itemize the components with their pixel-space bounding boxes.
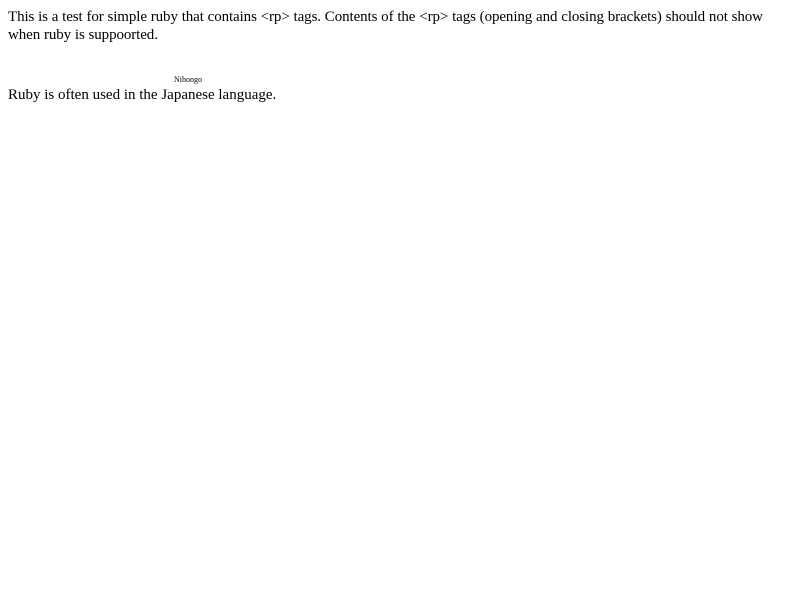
- page: This is a test for simple ruby that cont…: [0, 0, 800, 600]
- ruby-base: Japanese Nihongo: [161, 75, 215, 103]
- ruby-base-text: Japanese: [161, 87, 215, 103]
- intro-paragraph: This is a test for simple ruby that cont…: [8, 9, 763, 43]
- ruby-text-after: language.: [214, 87, 277, 103]
- ruby-paragraph: Ruby is often used in the Japanese Nihong…: [8, 75, 277, 104]
- ruby-text-before: Ruby is often used in the: [8, 87, 162, 103]
- ruby-annotation: Nihongo: [173, 75, 202, 84]
